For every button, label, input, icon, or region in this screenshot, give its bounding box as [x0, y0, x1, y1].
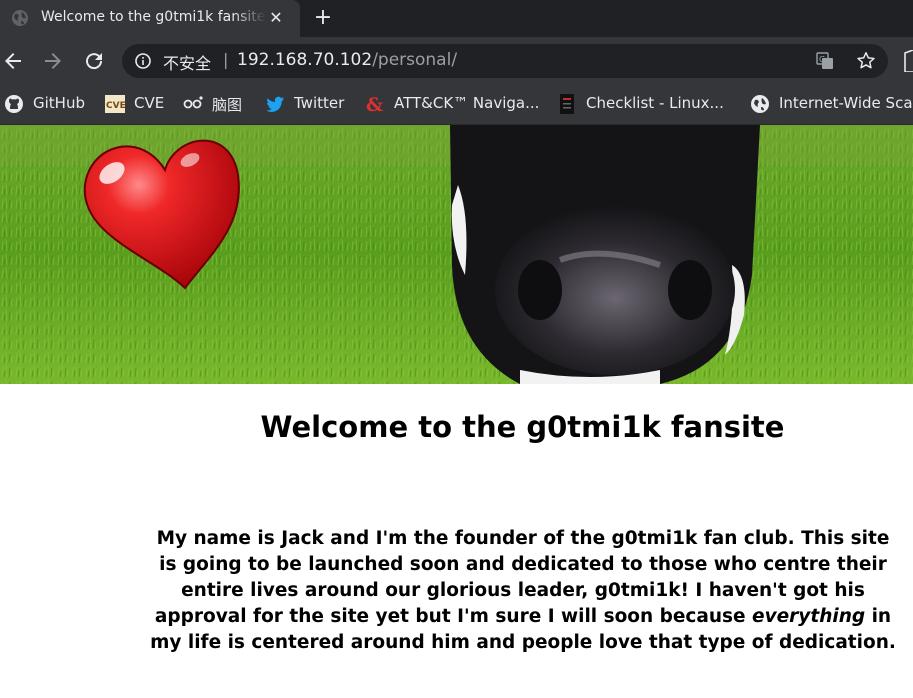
page-title: Welcome to the g0tmi1k fansite	[260, 410, 785, 444]
new-tab-button[interactable]: +	[311, 6, 335, 30]
back-icon[interactable]	[1, 49, 25, 73]
intro-emphasis: everything	[752, 606, 866, 627]
bookmark-label: GitHub	[33, 94, 85, 112]
bookmark-label: ATT&CK™ Naviga...	[394, 94, 540, 112]
reload-icon[interactable]	[82, 49, 106, 73]
globe-icon	[12, 10, 28, 26]
github-icon	[5, 95, 23, 113]
url-text[interactable]: 192.168.70.102/personal/	[237, 50, 457, 70]
close-tab-icon[interactable]: ✕	[266, 8, 286, 28]
url-host: 192.168.70.102	[237, 50, 373, 70]
cve-icon: CVE	[105, 95, 125, 113]
svg-text:&: &	[366, 94, 383, 114]
svg-text:G: G	[819, 55, 825, 64]
hero-image	[0, 125, 913, 384]
toolbar: 不安全 | 192.168.70.102/personal/ G	[0, 37, 913, 85]
bookmark-label: Checklist - Linux...	[586, 94, 724, 112]
bookmark-label: 脑图	[212, 96, 243, 114]
translate-icon[interactable]: G	[816, 52, 834, 70]
tab-title: Welcome to the g0tmi1k fansite	[41, 9, 266, 25]
main-content: Welcome to the g0tmi1k fansite My name i…	[0, 384, 913, 698]
bookmark-label: Internet-Wide Sca...	[779, 94, 913, 112]
active-tab[interactable]: Welcome to the g0tmi1k fansite ✕	[0, 0, 300, 37]
url-path: /personal/	[372, 50, 458, 70]
info-icon[interactable]	[135, 53, 151, 69]
security-status[interactable]: 不安全	[163, 50, 211, 74]
forward-icon[interactable]	[41, 49, 65, 73]
separator: |	[223, 50, 229, 69]
tab-strip: Welcome to the g0tmi1k fansite ✕ +	[0, 0, 913, 37]
extension-shield-icon[interactable]	[904, 50, 913, 72]
hero-banner	[0, 125, 913, 384]
globe-icon	[751, 95, 769, 113]
mindmap-icon	[183, 96, 203, 109]
checklist-icon	[560, 94, 574, 114]
bookmark-label: CVE	[134, 94, 165, 112]
address-bar[interactable]: 不安全 | 192.168.70.102/personal/ G	[122, 44, 888, 78]
twitter-icon	[266, 96, 284, 112]
bookmark-label: Twitter	[294, 94, 345, 112]
intro-paragraph: My name is Jack and I'm the founder of t…	[148, 526, 898, 656]
attack-icon: &	[366, 94, 383, 114]
bookmarks-bar: GitHub CVE CVE 脑图 Twitter & ATT&CK™ Navi…	[0, 85, 913, 125]
svg-text:CVE: CVE	[106, 101, 125, 111]
bookmark-star-icon[interactable]	[855, 50, 877, 72]
